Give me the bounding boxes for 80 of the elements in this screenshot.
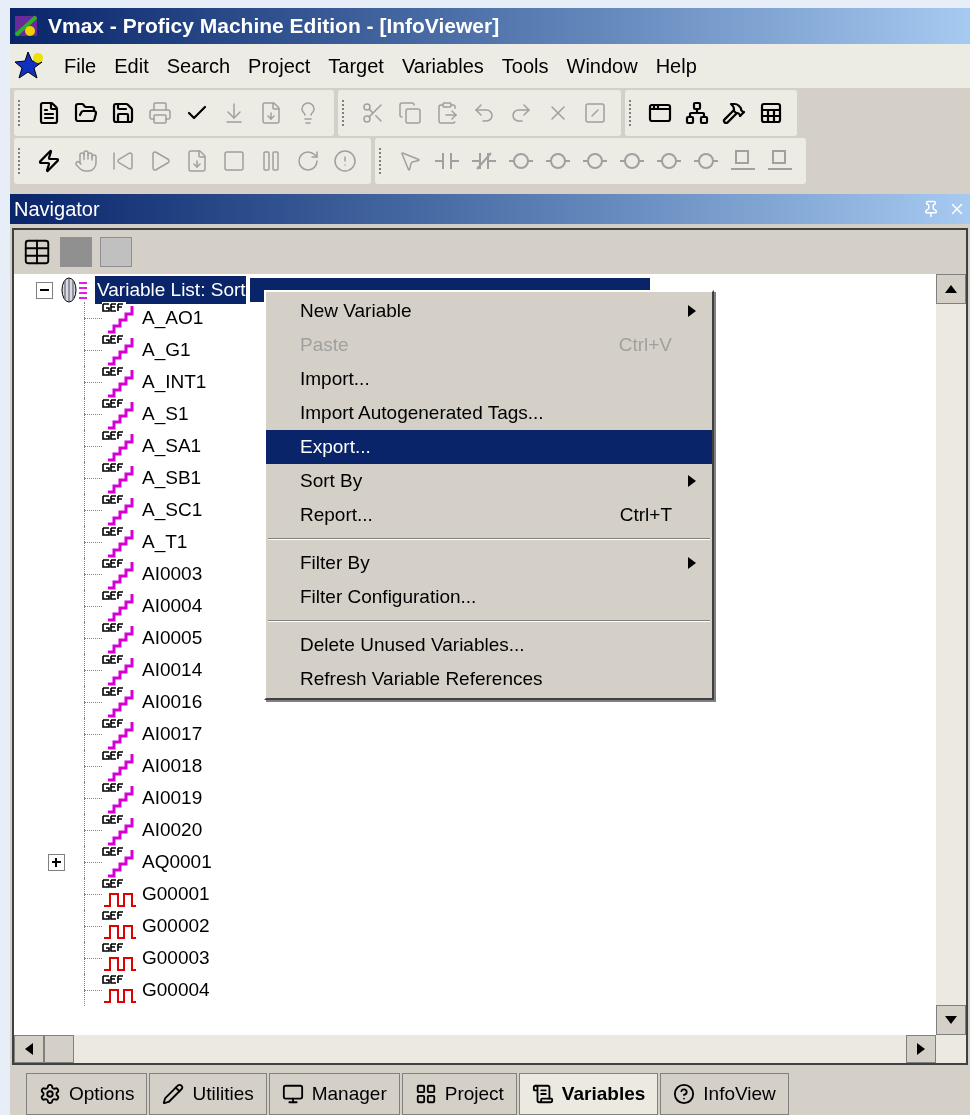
menu-entry[interactable]: Export... bbox=[266, 430, 712, 464]
toolbar-grip[interactable] bbox=[629, 100, 633, 126]
menu-item[interactable]: Edit bbox=[114, 51, 149, 81]
scroll-down-button[interactable] bbox=[936, 1005, 966, 1035]
menu-item[interactable]: Variables bbox=[401, 51, 484, 81]
tree-item[interactable]: G00001 bbox=[142, 879, 210, 909]
menu-entry[interactable]: Refresh Variable References bbox=[266, 662, 712, 696]
tree-item[interactable]: AI0018 bbox=[142, 751, 203, 781]
grid-icon bbox=[414, 1083, 437, 1105]
tree-item[interactable]: AI0016 bbox=[142, 687, 203, 717]
bottom-tab[interactable]: InfoView bbox=[660, 1073, 789, 1115]
menu-item[interactable]: Tools bbox=[501, 51, 549, 81]
menu-entry[interactable]: Import Autogenerated Tags... bbox=[266, 396, 712, 430]
tree-item[interactable]: G00003 bbox=[142, 943, 210, 973]
menu-entry[interactable]: Report... Ctrl+T bbox=[266, 498, 712, 532]
up-arrow-icon bbox=[945, 285, 957, 293]
tree-item[interactable]: A_G1 bbox=[142, 335, 191, 365]
view-button[interactable] bbox=[100, 237, 132, 267]
bottom-tab[interactable]: Manager bbox=[268, 1073, 400, 1115]
toolbar-grip[interactable] bbox=[18, 148, 22, 174]
vertical-scrollbar[interactable] bbox=[936, 274, 966, 1035]
settings-icon bbox=[39, 1083, 61, 1105]
bottom-tab[interactable]: Options bbox=[26, 1073, 148, 1115]
scroll-right-button[interactable] bbox=[906, 1035, 936, 1063]
menu-item[interactable]: Project bbox=[248, 51, 311, 81]
scroll-left-button[interactable] bbox=[14, 1035, 44, 1063]
down-arrow-icon bbox=[945, 1016, 957, 1024]
tree-item[interactable]: AI0014 bbox=[142, 655, 203, 685]
bottom-tab[interactable]: Variables bbox=[518, 1073, 659, 1115]
monitor-icon bbox=[281, 1083, 304, 1105]
tree-item[interactable]: AI0017 bbox=[142, 719, 203, 749]
menu-entry[interactable]: Filter By bbox=[266, 546, 712, 580]
menu-entry[interactable]: Delete Unused Variables... bbox=[266, 628, 712, 662]
tree-item[interactable]: AI0020 bbox=[142, 815, 203, 845]
pin-icon[interactable] bbox=[922, 200, 940, 218]
help-icon bbox=[673, 1083, 696, 1105]
expand-box[interactable] bbox=[47, 853, 65, 871]
window-title: Vmax - Proficy Machine Edition - [InfoViewer] bbox=[48, 13, 500, 40]
tree-item[interactable]: AI0004 bbox=[142, 591, 203, 621]
menu-entry[interactable]: New Variable bbox=[266, 294, 712, 328]
toolbar-grip[interactable] bbox=[342, 100, 346, 126]
tree-item[interactable]: A_INT1 bbox=[142, 367, 207, 397]
bottom-tab[interactable]: Project bbox=[401, 1073, 517, 1115]
menu-item[interactable]: Search bbox=[166, 51, 231, 81]
bottom-tab[interactable]: Utilities bbox=[149, 1073, 267, 1115]
tree-item[interactable]: AQ0001 bbox=[142, 847, 212, 877]
menu-item[interactable]: Target bbox=[328, 51, 384, 81]
left-arrow-icon bbox=[25, 1043, 33, 1055]
menu-item[interactable]: Help bbox=[655, 51, 697, 81]
scroll-thumb[interactable] bbox=[44, 1035, 74, 1063]
tree-item[interactable]: A_SC1 bbox=[142, 495, 203, 525]
tree-item[interactable]: G00002 bbox=[142, 911, 210, 941]
toolbar-grip[interactable] bbox=[18, 100, 22, 126]
scroll-icon bbox=[531, 1083, 554, 1105]
scroll-up-button[interactable] bbox=[936, 274, 966, 304]
pencil-icon bbox=[162, 1083, 185, 1105]
menu-item[interactable]: Window bbox=[566, 51, 638, 81]
tree-item[interactable]: AI0003 bbox=[142, 559, 203, 589]
collapse-box[interactable] bbox=[36, 281, 53, 299]
toolbar-grip[interactable] bbox=[379, 148, 383, 174]
panel-title: Navigator bbox=[14, 197, 100, 222]
tree-item[interactable]: A_S1 bbox=[142, 399, 189, 429]
menu-item[interactable]: File bbox=[64, 51, 97, 81]
right-arrow-icon bbox=[917, 1043, 925, 1055]
tree-item[interactable]: A_SA1 bbox=[142, 431, 202, 461]
tree-item[interactable]: AI0005 bbox=[142, 623, 203, 653]
star-icon[interactable] bbox=[14, 50, 46, 82]
tree-item[interactable]: G00004 bbox=[142, 975, 210, 1005]
tree-item[interactable]: A_AO1 bbox=[142, 303, 204, 333]
table-view-icon[interactable] bbox=[22, 237, 52, 267]
app-icon bbox=[14, 13, 40, 39]
tree-item[interactable]: A_SB1 bbox=[142, 463, 202, 493]
shortcut: Ctrl+T bbox=[619, 502, 672, 527]
tree-item[interactable]: A_T1 bbox=[142, 527, 188, 557]
menu-entry[interactable]: Sort By bbox=[266, 464, 712, 498]
menu-entry[interactable]: Filter Configuration... bbox=[266, 580, 712, 614]
horizontal-scrollbar[interactable] bbox=[14, 1035, 966, 1063]
tree-root[interactable]: Variable List: Sort bbox=[95, 275, 246, 305]
menu-entry[interactable]: Import... bbox=[266, 362, 712, 396]
tree-item[interactable]: AI0019 bbox=[142, 783, 203, 813]
